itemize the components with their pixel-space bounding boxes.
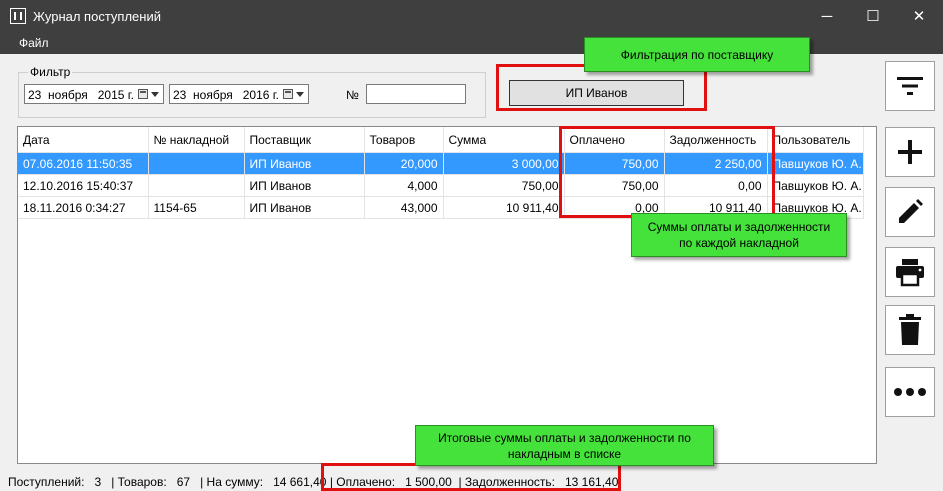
chevron-down-icon[interactable] xyxy=(151,92,159,97)
app-icon xyxy=(10,8,26,24)
cell-date: 07.06.2016 11:50:35 xyxy=(18,152,149,175)
supplier-filter-callout-text: Фильтрация по поставщику xyxy=(620,47,774,62)
status-sum-label: | На сумму: xyxy=(200,475,264,489)
cell-supplier: ИП Иванов xyxy=(244,152,365,175)
trash-icon xyxy=(899,314,921,345)
status-paid-value: 1 500,00 xyxy=(405,475,452,489)
cell-goods: 20,000 xyxy=(364,152,444,175)
column-header-goods[interactable]: Товаров xyxy=(364,127,444,153)
window-title: Журнал поступлений xyxy=(33,9,161,24)
status-goods-label: | Товаров: xyxy=(111,475,167,489)
column-header-invoice[interactable]: № накладной xyxy=(148,127,245,153)
date-to-picker[interactable]: 23 ноября 2016 г. xyxy=(169,84,309,104)
more-button[interactable] xyxy=(885,367,935,417)
column-header-user[interactable]: Пользователь xyxy=(767,127,864,153)
cell-goods: 4,000 xyxy=(364,174,444,197)
cell-debt: 0,00 xyxy=(664,174,768,197)
calendar-icon[interactable] xyxy=(138,89,148,99)
table-row[interactable]: 12.10.2016 15:40:37 ИП Иванов 4,000 750,… xyxy=(18,174,864,197)
receipts-grid[interactable]: Дата № накладной Поставщик Товаров Сумма… xyxy=(17,126,877,464)
close-icon: ✕ xyxy=(912,8,926,25)
minimize-button[interactable]: ─ xyxy=(804,0,850,32)
status-receipts-value: 3 xyxy=(94,475,102,489)
cell-date: 18.11.2016 0:34:27 xyxy=(18,196,149,219)
chevron-down-icon[interactable] xyxy=(296,92,304,97)
totals-callout-line2: накладным в списке xyxy=(507,446,622,461)
cell-user: Павшуков Ю. А. xyxy=(767,174,864,197)
column-header-supplier[interactable]: Поставщик xyxy=(244,127,365,153)
calendar-icon[interactable] xyxy=(283,89,293,99)
receipts-table: Дата № накладной Поставщик Товаров Сумма… xyxy=(18,127,864,219)
cell-invoice xyxy=(148,152,245,175)
column-header-sum[interactable]: Сумма xyxy=(443,127,565,153)
cell-sum: 750,00 xyxy=(443,174,565,197)
number-label: № xyxy=(346,88,359,102)
cell-date: 12.10.2016 15:40:37 xyxy=(18,174,149,197)
pencil-icon xyxy=(899,199,923,223)
plus-icon xyxy=(898,140,922,164)
minimize-icon: ─ xyxy=(821,7,833,25)
printer-icon xyxy=(896,259,924,287)
maximize-icon: ☐ xyxy=(866,8,880,25)
cell-supplier: ИП Иванов xyxy=(244,174,365,197)
status-goods-value: 67 xyxy=(176,475,191,489)
row-amounts-callout-line1: Суммы оплаты и задолженности xyxy=(647,220,831,234)
title-bar: Журнал поступлений ─ ☐ ✕ xyxy=(0,0,943,32)
column-header-date[interactable]: Дата xyxy=(18,127,149,153)
status-sum-value: 14 661,40 xyxy=(273,475,327,489)
cell-goods: 43,000 xyxy=(364,196,444,219)
delete-button[interactable] xyxy=(885,305,935,355)
number-input[interactable] xyxy=(366,84,466,104)
status-paid-label: | Оплачено: xyxy=(329,475,396,489)
column-header-debt[interactable]: Задолженность xyxy=(664,127,768,153)
maximize-button[interactable]: ☐ xyxy=(850,0,896,32)
print-button[interactable] xyxy=(885,247,935,297)
more-icon xyxy=(894,388,926,396)
cell-debt: 2 250,00 xyxy=(664,152,768,175)
supplier-filter-callout: Фильтрация по поставщику xyxy=(584,37,810,72)
cell-invoice xyxy=(148,174,245,197)
filter-button[interactable] xyxy=(885,61,935,111)
header-row: Дата № накладной Поставщик Товаров Сумма… xyxy=(18,127,864,153)
status-bar: Поступлений: 3 | Товаров: 67 | На сумму:… xyxy=(8,475,618,489)
cell-supplier: ИП Иванов xyxy=(244,196,365,219)
date-from-value: 23 ноября 2015 г. xyxy=(28,88,135,102)
cell-paid: 750,00 xyxy=(564,174,665,197)
column-header-paid[interactable]: Оплачено xyxy=(564,127,665,153)
status-debt-label: | Задолженность: xyxy=(458,475,555,489)
add-button[interactable] xyxy=(885,127,935,177)
row-amounts-callout-line2: по каждой накладной xyxy=(679,236,799,250)
totals-callout-line1: Итоговые суммы оплаты и задолженности по xyxy=(438,430,691,445)
menu-file[interactable]: Файл xyxy=(19,36,49,50)
date-to-value: 23 ноября 2016 г. xyxy=(173,88,280,102)
row-amounts-callout: Суммы оплаты и задолженности по каждой н… xyxy=(631,213,847,257)
totals-callout: Итоговые суммы оплаты и задолженности по… xyxy=(415,425,714,466)
cell-sum: 3 000,00 xyxy=(443,152,565,175)
status-debt-value: 13 161,40 xyxy=(565,475,619,489)
edit-button[interactable] xyxy=(885,187,935,237)
supplier-filter-button[interactable]: ИП Иванов xyxy=(509,80,684,106)
close-button[interactable]: ✕ xyxy=(896,0,942,32)
status-receipts-label: Поступлений: xyxy=(8,475,85,489)
filter-icon xyxy=(897,77,923,95)
filter-legend: Фильтр xyxy=(28,65,73,79)
table-row[interactable]: 07.06.2016 11:50:35 ИП Иванов 20,000 3 0… xyxy=(18,152,864,175)
cell-sum: 10 911,40 xyxy=(443,196,565,219)
cell-invoice: 1154-65 xyxy=(148,196,245,219)
date-from-picker[interactable]: 23 ноября 2015 г. xyxy=(24,84,164,104)
cell-user: Павшуков Ю. А. xyxy=(767,152,864,175)
cell-paid: 750,00 xyxy=(564,152,665,175)
